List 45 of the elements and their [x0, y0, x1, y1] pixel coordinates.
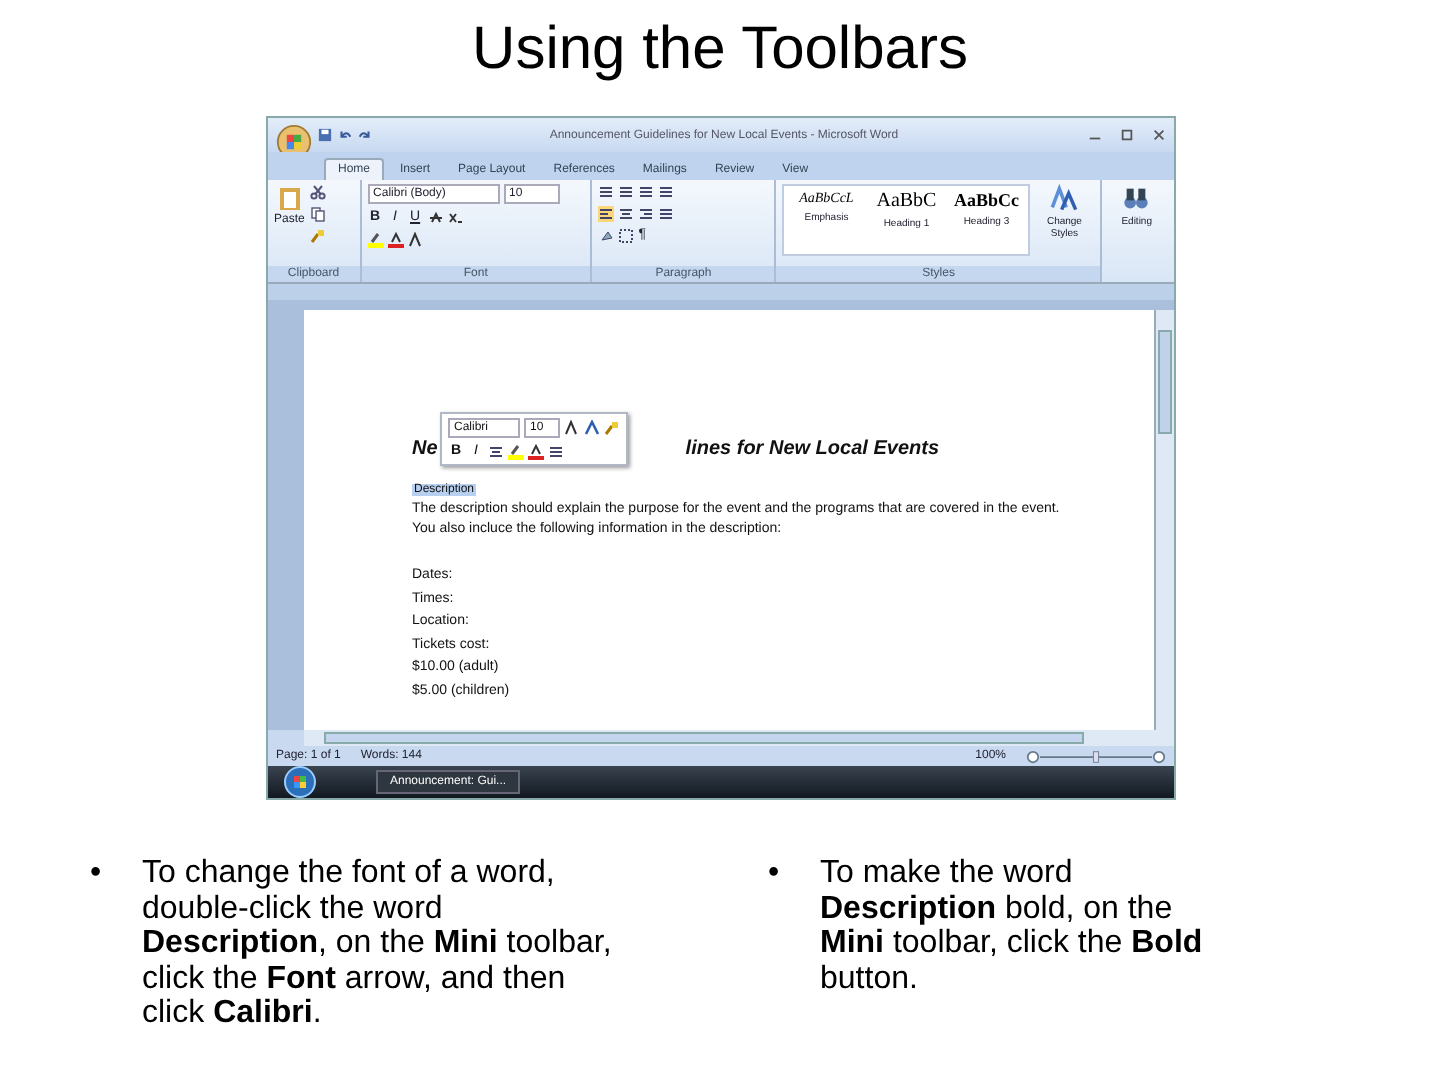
- brush-icon[interactable]: [604, 420, 620, 436]
- maximize-icon[interactable]: [1120, 128, 1134, 142]
- zoom-slider-thumb[interactable]: [1092, 750, 1100, 762]
- save-icon[interactable]: [318, 128, 332, 142]
- vertical-scrollbar[interactable]: [1154, 310, 1174, 730]
- align-center-icon[interactable]: [488, 444, 504, 460]
- highlighter-icon[interactable]: [367, 232, 384, 248]
- strikethrough-icon[interactable]: [427, 210, 444, 226]
- grow-font-icon[interactable]: [564, 420, 580, 436]
- list-icon[interactable]: [598, 184, 615, 200]
- start-button-icon[interactable]: [284, 766, 316, 798]
- scissors-icon[interactable]: [310, 184, 327, 200]
- list-icon[interactable]: [548, 444, 564, 460]
- slide-title: Using the Toolbars: [470, 14, 970, 86]
- redo-icon[interactable]: [358, 128, 372, 142]
- styles-icon[interactable]: [584, 420, 600, 436]
- copy-icon[interactable]: [310, 206, 327, 222]
- bullet-marker: •: [768, 856, 782, 894]
- align-left-icon[interactable]: [598, 206, 615, 222]
- borders-icon[interactable]: [618, 228, 635, 244]
- subscript-icon[interactable]: [447, 210, 464, 226]
- bullet-text: To change the font of a word, double-click the word Description, on the Mini toolbar, click the Font arrow, and then click Calibri.: [142, 856, 614, 1031]
- document-heading: lines for New Local Events: [685, 438, 940, 460]
- clipboard-icon: [277, 184, 302, 212]
- brush-icon[interactable]: [310, 228, 327, 244]
- align-center-icon[interactable]: [618, 206, 635, 222]
- bullet-text: To make the word Description bold, on the Mini toolbar, click the Bold button.: [820, 856, 1205, 999]
- align-right-icon[interactable]: [638, 206, 655, 222]
- list-icon[interactable]: [638, 184, 655, 200]
- justify-icon[interactable]: [658, 206, 675, 222]
- highlighter-icon[interactable]: [508, 444, 524, 460]
- horizontal-scrollbar[interactable]: [304, 730, 1174, 746]
- font-color-icon[interactable]: [387, 232, 404, 248]
- document-heading: Ne: [412, 438, 438, 460]
- grow-font-icon[interactable]: [407, 232, 424, 248]
- list-icon[interactable]: [618, 184, 635, 200]
- bullet-marker: •: [90, 856, 104, 894]
- undo-icon[interactable]: [338, 128, 352, 142]
- shading-icon[interactable]: [598, 228, 615, 244]
- letters-icon: [1050, 184, 1079, 212]
- close-icon[interactable]: [1152, 128, 1166, 142]
- zoom-slider[interactable]: [1026, 749, 1166, 763]
- list-icon[interactable]: [658, 184, 675, 200]
- binoculars-icon: [1122, 184, 1151, 212]
- font-color-icon[interactable]: [528, 444, 544, 460]
